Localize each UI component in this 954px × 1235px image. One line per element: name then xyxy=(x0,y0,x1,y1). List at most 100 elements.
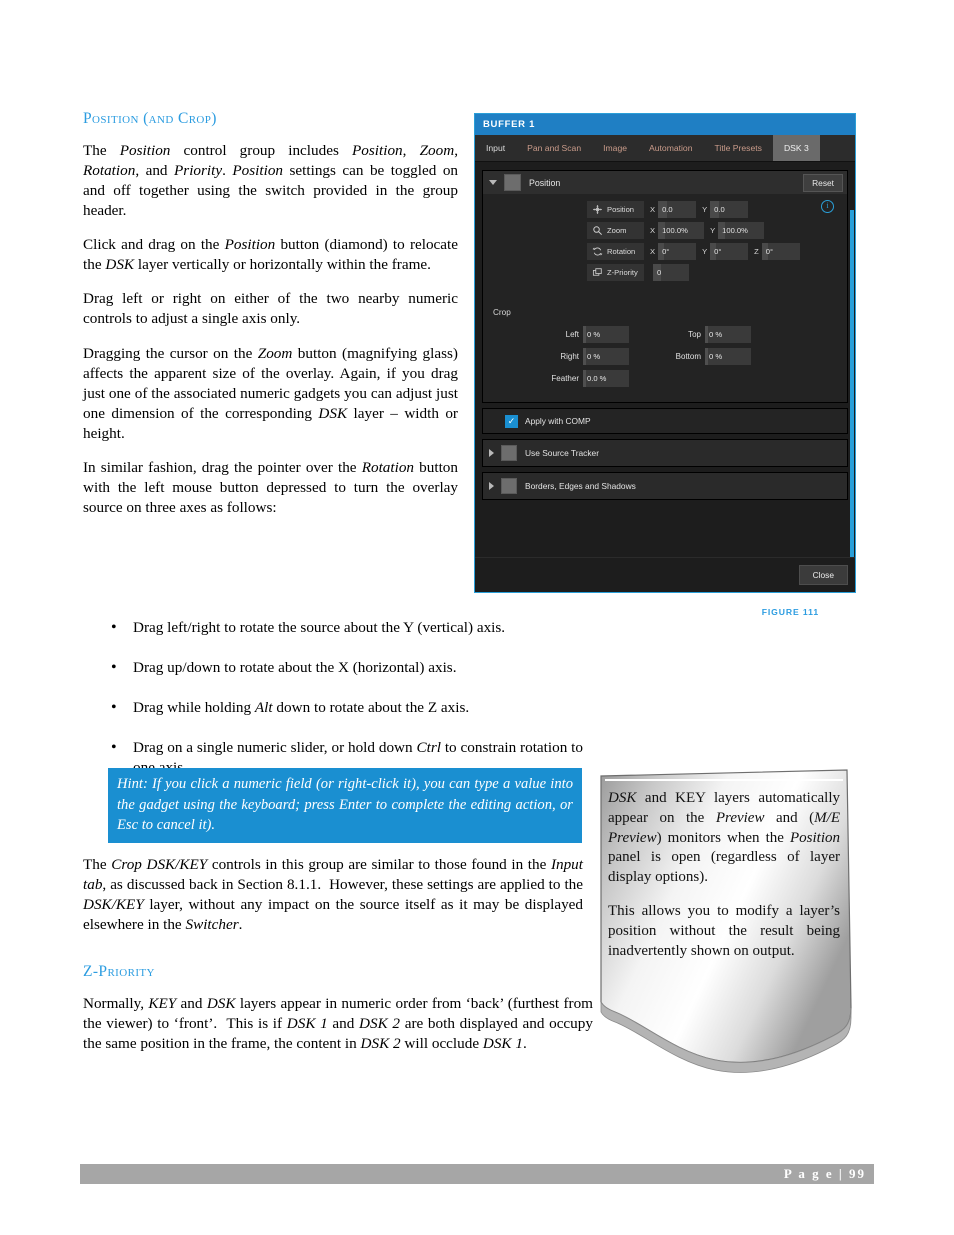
callout-paragraph: DSK and KEY layers automatically appear … xyxy=(608,790,840,886)
position-enable-toggle[interactable] xyxy=(504,174,521,191)
field-fill xyxy=(583,326,586,343)
z-priority-button[interactable]: Z-Priority xyxy=(587,264,644,281)
paragraph-after-hint-wrap: The Crop DSK/KEY controls in this group … xyxy=(83,855,583,949)
crop-row: Right 0 % Bottom 0 % xyxy=(493,348,847,365)
list-item-text: Drag left/right to rotate the source abo… xyxy=(133,619,506,636)
footer-bar: P a g e | 99 xyxy=(80,1164,874,1184)
hint-callout: Hint: If you click a numeric field (or r… xyxy=(108,768,582,844)
tab-bar[interactable]: Input Pan and Scan Image Automation Titl… xyxy=(475,135,855,162)
main-text-column: Position (and Crop) The Position control… xyxy=(83,110,458,532)
rotation-z-field[interactable]: 0° xyxy=(761,243,800,260)
crop-bottom-field[interactable]: 0 % xyxy=(705,348,751,365)
figure-caption: FIGURE 111 xyxy=(761,607,819,617)
crop-feather-field[interactable]: 0.0 % xyxy=(583,370,629,387)
position-y-field[interactable]: 0.0 xyxy=(710,201,749,218)
close-button[interactable]: Close xyxy=(798,565,848,585)
crop-left-field[interactable]: 0 % xyxy=(583,326,629,343)
position-x-field[interactable]: 0.0 xyxy=(658,201,697,218)
vertical-scrollbar[interactable] xyxy=(850,210,854,592)
rotation-x-field[interactable]: 0° xyxy=(658,243,697,260)
magnifier-icon xyxy=(593,226,602,235)
rotate-icon xyxy=(592,247,603,256)
zoom-y-value: 100.0% xyxy=(722,226,748,235)
side-callout: DSK and KEY layers automatically appear … xyxy=(595,768,853,1088)
page-title: Position (and Crop) xyxy=(83,110,217,127)
crop-row: Feather 0.0 % xyxy=(493,370,847,387)
page-canvas: Position (and Crop) The Position control… xyxy=(0,0,954,1235)
position-y-value: 0.0 xyxy=(714,205,725,214)
window-footer: Close xyxy=(475,557,855,592)
position-drag-button[interactable]: Position xyxy=(587,201,644,218)
field-fill xyxy=(583,370,586,387)
crop-right-label: Right xyxy=(560,352,579,361)
z-priority-heading: Z-Priority xyxy=(83,963,155,980)
borders-edges-shadows-row[interactable]: Borders, Edges and Shadows xyxy=(482,472,848,500)
zoom-x-axis-label: X xyxy=(650,226,656,235)
use-source-tracker-row[interactable]: Use Source Tracker xyxy=(482,439,848,467)
chevron-right-icon[interactable] xyxy=(489,482,494,490)
crop-left-label: Left xyxy=(565,330,579,339)
zoom-x-field[interactable]: 100.0% xyxy=(658,222,705,239)
bullet-dot: • xyxy=(111,619,117,636)
crop-left-value: 0 % xyxy=(587,330,601,339)
bullet-dot: • xyxy=(111,699,117,717)
zoom-y-field[interactable]: 100.0% xyxy=(718,222,765,239)
borders-edges-shadows-label: Borders, Edges and Shadows xyxy=(525,481,636,491)
crop-row: Left 0 % Top 0 % xyxy=(493,326,847,343)
paragraph: Click and drag on the Position button (d… xyxy=(83,236,458,274)
tab-automation[interactable]: Automation xyxy=(638,135,703,161)
crop-feather-value: 0.0 % xyxy=(587,374,607,383)
crop-right-value: 0 % xyxy=(587,352,601,361)
tab-input[interactable]: Input xyxy=(475,135,516,161)
rotation-z-axis-label: Z xyxy=(754,247,759,256)
rotation-y-axis-label: Y xyxy=(702,247,708,256)
chevron-right-icon[interactable] xyxy=(489,449,494,457)
position-row: Position X 0.0 Y 0.0 xyxy=(483,201,847,218)
crop-top-label: Top xyxy=(688,330,701,339)
settings-body: Position Reset i Position X 0.0 Y 0.0 Zo… xyxy=(475,162,855,592)
crop-title: Crop xyxy=(493,308,511,317)
move-cross-icon xyxy=(593,205,602,214)
apply-with-comp-row[interactable]: ✓ Apply with COMP xyxy=(482,408,848,434)
tab-image[interactable]: Image xyxy=(592,135,638,161)
position-group-label: Position xyxy=(529,177,561,188)
bullet-dot: • xyxy=(111,659,117,677)
field-fill xyxy=(583,348,586,365)
z-priority-field[interactable]: 0 xyxy=(653,264,689,281)
crop-top-value: 0 % xyxy=(709,330,723,339)
borders-edges-shadows-toggle[interactable] xyxy=(501,478,517,494)
info-icon[interactable]: i xyxy=(821,200,834,213)
list-item-text: Drag while holding Alt down to rotate ab… xyxy=(133,699,470,717)
rotation-drag-button[interactable]: Rotation xyxy=(587,243,644,260)
rotation-y-value: 0° xyxy=(714,247,722,256)
reset-button[interactable]: Reset xyxy=(803,174,843,192)
field-fill xyxy=(705,348,708,365)
list-item: • Drag left/right to rotate the source ab… xyxy=(83,618,583,638)
crop-feather-label: Feather xyxy=(551,374,579,383)
use-source-tracker-toggle[interactable] xyxy=(501,445,517,461)
buffer-settings-window[interactable]: BUFFER 1 Input Pan and Scan Image Automa… xyxy=(474,113,856,593)
layers-icon xyxy=(592,268,602,276)
zoom-drag-button[interactable]: Zoom xyxy=(587,222,644,239)
tab-title-presets[interactable]: Title Presets xyxy=(704,135,773,161)
zoom-row: Zoom X 100.0% Y 100.0% xyxy=(483,222,847,239)
use-source-tracker-label: Use Source Tracker xyxy=(525,448,600,458)
apply-with-comp-checkbox[interactable]: ✓ xyxy=(505,414,518,428)
position-y-axis-label: Y xyxy=(702,205,708,214)
page-number: P a g e | 99 xyxy=(783,1166,866,1181)
paragraph: Dragging the cursor on the Zoom button (… xyxy=(83,344,458,442)
crop-right-field[interactable]: 0 % xyxy=(583,348,629,365)
window-title-bar: BUFFER 1 xyxy=(475,114,855,135)
paragraph: The Position control group includes Posi… xyxy=(83,142,459,220)
z-priority-row: Z-Priority 0 xyxy=(483,264,847,281)
tab-pan-and-scan[interactable]: Pan and Scan xyxy=(516,135,592,161)
position-group: Position Reset i Position X 0.0 Y 0.0 Zo… xyxy=(482,170,848,403)
rotation-y-field[interactable]: 0° xyxy=(710,243,749,260)
chevron-down-icon[interactable] xyxy=(489,180,497,185)
crop-top-field[interactable]: 0 % xyxy=(705,326,751,343)
tab-dsk-3[interactable]: DSK 3 xyxy=(772,135,820,161)
list-item: • Drag up/down to rotate about the X (hor… xyxy=(83,658,583,678)
callout-top-rule xyxy=(605,779,843,781)
paragraph: Drag left or right on either of the two … xyxy=(83,290,458,328)
position-group-header[interactable]: Position Reset xyxy=(483,171,847,194)
